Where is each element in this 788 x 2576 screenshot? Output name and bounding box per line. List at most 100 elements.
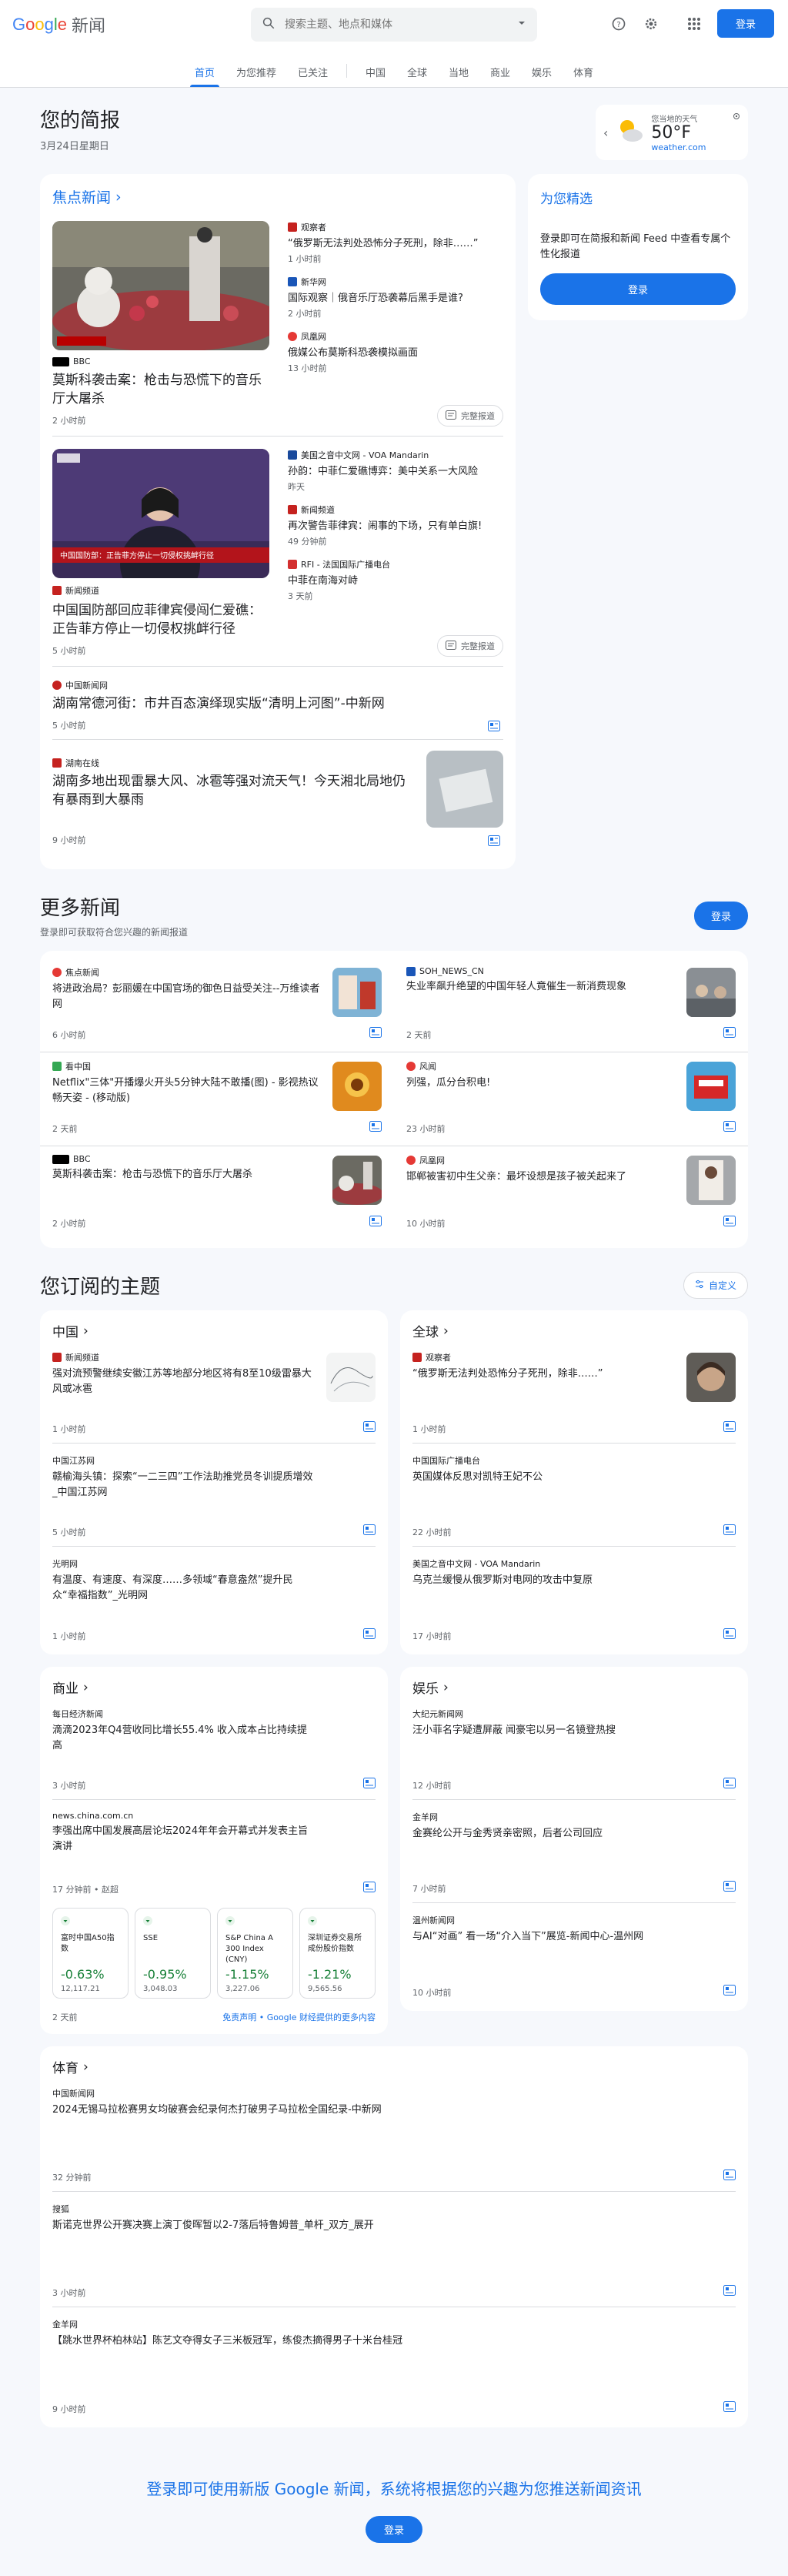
related-story[interactable]: RFI - 法国国际广播电台 中菲在南海对峙 3 天前 [288, 558, 503, 602]
list-item[interactable]: SOH_NEWS_CN 失业率飙升绝望的中国年轻人竟催生一新消费现象 2 天前 [394, 958, 748, 1052]
story-thumbnail[interactable] [332, 1062, 382, 1111]
full-coverage-icon[interactable] [363, 1778, 376, 1791]
story-thumbnail[interactable] [686, 968, 736, 1017]
full-coverage-icon[interactable] [363, 1524, 376, 1538]
story-headline[interactable]: 列强，瓜分台积电! [406, 1076, 677, 1091]
tab-china[interactable]: 中国 [355, 65, 396, 87]
story-headline[interactable]: 中国国防部回应菲律宾侵闯仁爱礁：正告菲方停止一切侵权挑衅行径 [52, 601, 269, 638]
signin-button[interactable]: 登录 [716, 9, 774, 38]
related-story[interactable]: 观察者 “俄罗斯无法判处恐怖分子死刑，除非……” 1 小时前 [288, 221, 503, 265]
full-coverage-icon[interactable] [723, 1628, 736, 1642]
list-item[interactable]: 中国江苏网 赣榆海头镇：探索“一二三四”工作法助推党员冬训提质增效_中国江苏网 … [52, 1454, 376, 1547]
location-icon[interactable] [733, 111, 740, 123]
topic-link-china[interactable]: 中国 › [52, 1321, 376, 1341]
related-story[interactable]: 美国之音中文网 - VOA Mandarin 孙韵：中菲仁爱礁博弈：美中关系一大… [288, 449, 503, 493]
customize-button[interactable]: 自定义 [683, 1272, 748, 1299]
full-coverage-icon[interactable] [723, 1216, 736, 1229]
list-item[interactable]: 中国新闻网 湖南常德河街：市井百态演绎现实版“清明上河图”-中新网 5 小时前 [52, 679, 503, 740]
list-item[interactable]: 新闻频道 强对流预警继续安徽江苏等地部分地区将有8至10级雷暴大风或冰雹 1 小… [52, 1351, 376, 1444]
story-headline[interactable]: 汪小菲名字疑遭屏蔽 闻豪宅以另一名镜登热搜 [412, 1723, 674, 1738]
stock-card[interactable]: S&P China A 300 Index (CNY) -1.15% 3,227… [217, 1908, 293, 1999]
full-coverage-icon[interactable] [723, 2285, 736, 2299]
story-headline[interactable]: 国际观察｜俄音乐厅恐袭幕后黑手是谁? [288, 291, 503, 306]
stock-card[interactable]: SSE -0.95% 3,048.03 [135, 1908, 211, 1999]
tab-sports[interactable]: 体育 [563, 65, 604, 87]
footer-signin-button[interactable]: 登录 [365, 2516, 422, 2543]
chevron-down-icon[interactable] [517, 18, 526, 31]
stock-card[interactable]: 富时中国A50指数 -0.63% 12,117.21 [52, 1908, 129, 1999]
full-coverage-icon[interactable] [369, 1027, 382, 1041]
full-coverage-icon[interactable] [723, 1524, 736, 1538]
story-image-news-anchor[interactable]: 中国国防部：正告菲方停止一切侵权挑衅行径 [52, 449, 269, 578]
story-headline[interactable]: 金赛纶公开与金秀贤亲密照，后者公司回应 [412, 1826, 674, 1842]
top-stories-link[interactable]: 焦点新闻 › [52, 186, 503, 207]
story-thumbnail[interactable] [426, 751, 503, 828]
story-thumbnail[interactable] [332, 1156, 382, 1205]
help-icon[interactable]: ? [609, 15, 628, 33]
story-headline[interactable]: 中菲在南海对峙 [288, 574, 503, 588]
story-headline[interactable]: 失业率飙升绝望的中国年轻人竟催生一新消费现象 [406, 979, 677, 995]
full-coverage-icon[interactable] [369, 1216, 382, 1229]
story-headline[interactable]: 湖南常德河街：市井百态演绎现实版“清明上河图”-中新网 [52, 694, 503, 713]
list-item[interactable]: 观察者 “俄罗斯无法判处恐怖分子死刑，除非……” 1 小时前 [412, 1351, 736, 1444]
list-item[interactable]: 搜狐 斯诺克世界公开赛决赛上演丁俊晖暂以2-7落后特鲁姆普_单杆_双方_展开 3… [52, 2203, 736, 2307]
tab-local[interactable]: 当地 [438, 65, 479, 87]
full-coverage-icon[interactable] [723, 1421, 736, 1435]
story-headline[interactable]: 湖南多地出现雷暴大风、冰雹等强对流天气！今天湘北局地仍有暴雨到大暴雨 [52, 772, 414, 809]
list-item[interactable]: news.china.com.cn 李强出席中国发展高层论坛2024年年会开幕式… [52, 1811, 376, 1903]
gear-icon[interactable] [642, 15, 660, 33]
full-coverage-icon[interactable] [488, 721, 500, 731]
finance-disclaimer-link[interactable]: 免责声明 • Google 财经提供的更多内容 [222, 2011, 376, 2023]
list-item[interactable]: 凤凰网 邯郸被害初中生父亲：最坏设想是孩子被关起来了 10 小时前 [394, 1146, 748, 1240]
story-thumbnail[interactable] [332, 968, 382, 1017]
story-headline[interactable]: 莫斯科袭击案：枪击与恐慌下的音乐厅大屠杀 [52, 1167, 323, 1183]
full-coverage-icon[interactable] [363, 1628, 376, 1642]
story-headline[interactable]: Netflix"三体"开播爆火开头5分钟大陆不敢播(图) - 影视热议畅天姿 -… [52, 1076, 323, 1106]
topic-link-world[interactable]: 全球 › [412, 1321, 736, 1341]
list-item[interactable]: 中国国际广播电台 英国媒体反思对凯特王妃不公 22 小时前 [412, 1454, 736, 1547]
full-coverage-icon[interactable] [723, 1881, 736, 1895]
tab-for-you[interactable]: 为您推荐 [225, 65, 287, 87]
full-coverage-icon[interactable] [723, 1985, 736, 1999]
list-item[interactable]: BBC 莫斯科袭击案：枪击与恐慌下的音乐厅大屠杀 2 小时前 [40, 1146, 394, 1240]
full-coverage-icon[interactable] [363, 1421, 376, 1435]
story-source[interactable]: 新闻频道 [52, 584, 269, 597]
more-news-signin-button[interactable]: 登录 [693, 901, 748, 930]
story-headline[interactable]: 李强出席中国发展高层论坛2024年年会开幕式并发表主旨演讲 [52, 1824, 314, 1855]
story-thumbnail[interactable] [686, 1353, 736, 1402]
story-headline[interactable]: 乌克兰缓慢从俄罗斯对电网的攻击中复原 [412, 1573, 674, 1588]
list-item[interactable]: 每日经济新闻 滴滴2023年Q4营收同比增长55.4% 收入成本占比持续提高 3… [52, 1708, 376, 1800]
story-headline[interactable]: 有温度、有速度、有深度……多领域“春意盎然”提升民众“幸福指数”_光明网 [52, 1573, 314, 1604]
list-item[interactable]: 光明网 有温度、有速度、有深度……多领域“春意盎然”提升民众“幸福指数”_光明网… [52, 1557, 376, 1650]
story-headline[interactable]: 莫斯科袭击案：枪击与恐慌下的音乐厅大屠杀 [52, 371, 269, 408]
full-coverage-icon[interactable] [723, 1121, 736, 1135]
story-headline[interactable]: 邯郸被害初中生父亲：最坏设想是孩子被关起来了 [406, 1169, 677, 1185]
list-item[interactable]: 大纪元新闻网 汪小菲名字疑遭屏蔽 闻豪宅以另一名镜登热搜 12 小时前 [412, 1708, 736, 1800]
full-coverage-button[interactable]: 完整报道 [437, 405, 503, 427]
full-coverage-icon[interactable] [369, 1121, 382, 1135]
stock-card[interactable]: 深圳证券交易所成份股价指数 -1.21% 9,565.56 [299, 1908, 376, 1999]
topic-link-entertainment[interactable]: 娱乐 › [412, 1678, 736, 1698]
list-item[interactable]: 看中国 Netflix"三体"开播爆火开头5分钟大陆不敢播(图) - 影视热议畅… [40, 1052, 394, 1146]
story-image-memorial[interactable] [52, 221, 269, 350]
story-headline[interactable]: 孙韵：中菲仁爱礁博弈：美中关系一大风险 [288, 464, 503, 479]
weather-widget[interactable]: ‹ 您当地的天气 50°F weather.com [596, 105, 748, 160]
topic-link-sports[interactable]: 体育 › [52, 2057, 736, 2077]
story-headline[interactable]: “俄罗斯无法判处恐怖分子死刑，除非……” [412, 1367, 674, 1382]
list-item[interactable]: 温州新闻网 与AI“对画” 看一场“介入当下”展览-新闻中心-温州网 10 小时… [412, 1914, 736, 2006]
story-headline[interactable]: 2024无锡马拉松赛男女均破赛会纪录何杰打破男子马拉松全国纪录-中新网 [52, 2103, 591, 2118]
story-headline[interactable]: 【跳水世界杯柏林站】陈艺文夺得女子三米板冠军，练俊杰摘得男子十米台桂冠 [52, 2333, 591, 2349]
list-item[interactable]: 焦点新闻 将进政治局？彭丽媛在中国官场的御色日益受关注--万维读者网 6 小时前 [40, 958, 394, 1052]
full-coverage-icon[interactable] [723, 1027, 736, 1041]
tab-entertainment[interactable]: 娱乐 [521, 65, 563, 87]
picks-signin-button[interactable]: 登录 [540, 273, 736, 305]
list-item[interactable]: 湖南在线 湖南多地出现雷暴大风、冰雹等强对流天气！今天湘北局地仍有暴雨到大暴雨 … [52, 751, 503, 854]
search-input[interactable] [285, 18, 508, 31]
search-icon[interactable] [262, 16, 275, 33]
weather-source-link[interactable]: weather.com [651, 142, 706, 152]
full-coverage-icon[interactable] [723, 1778, 736, 1791]
full-coverage-icon[interactable] [723, 2401, 736, 2415]
tab-world[interactable]: 全球 [396, 65, 438, 87]
story-source[interactable]: BBC [52, 356, 269, 366]
list-item[interactable]: 金羊网 【跳水世界杯柏林站】陈艺文夺得女子三米板冠军，练俊杰摘得男子十米台桂冠 … [52, 2318, 736, 2423]
